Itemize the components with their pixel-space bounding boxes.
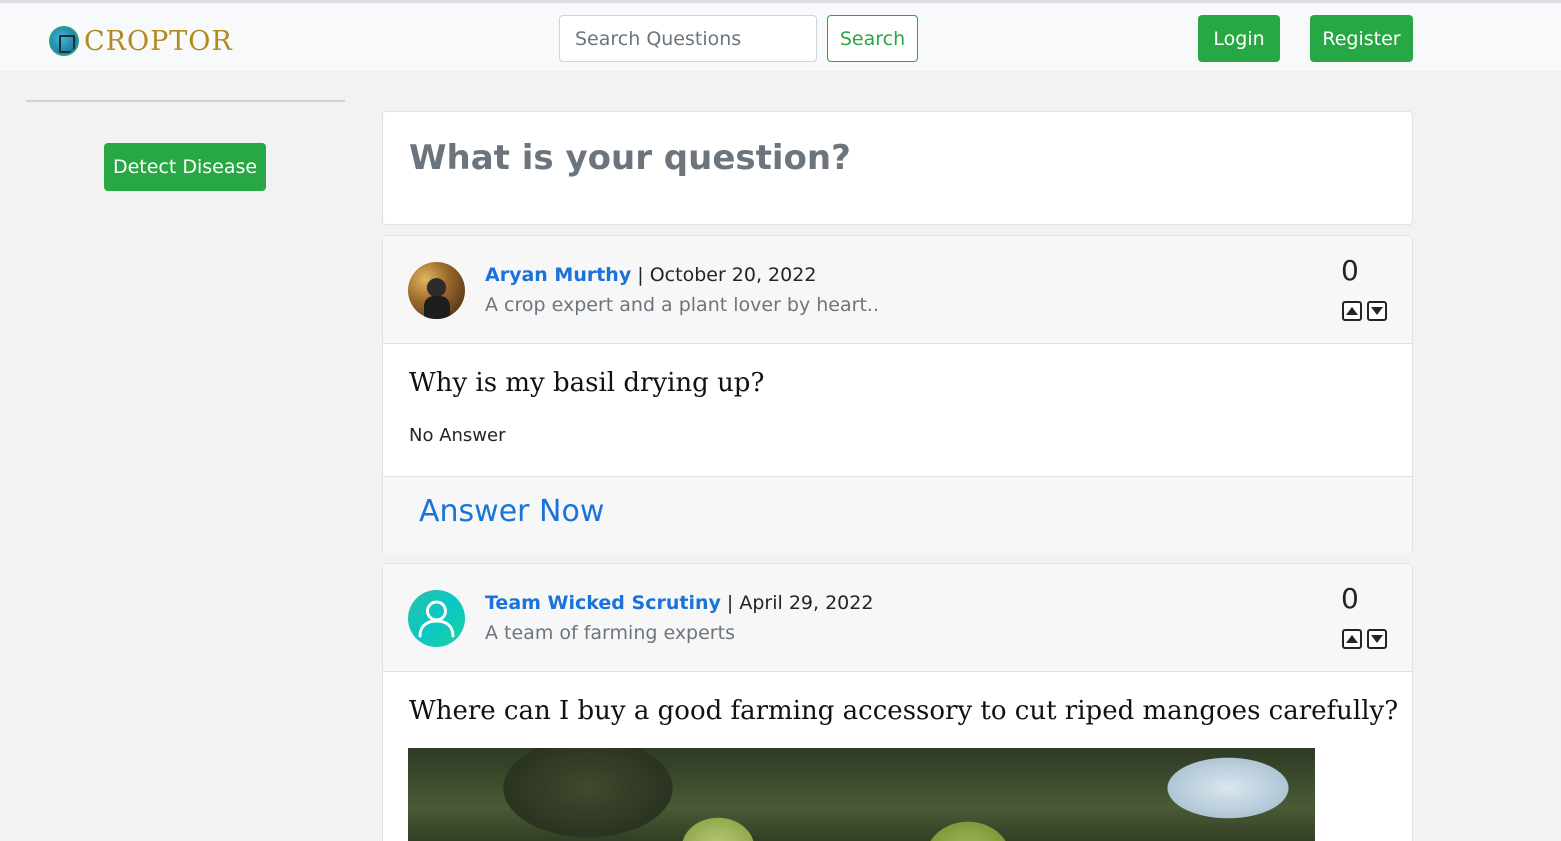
- brand-name: CROPTOR: [84, 25, 233, 57]
- ask-question-card[interactable]: What is your question?: [382, 111, 1413, 225]
- login-button[interactable]: Login: [1198, 15, 1280, 62]
- question-image-mangoes: [408, 748, 1315, 841]
- search-input[interactable]: [559, 15, 817, 62]
- downvote-button[interactable]: [1367, 629, 1387, 649]
- author-line: Aryan Murthy | October 20, 2022: [485, 264, 816, 286]
- question-title[interactable]: Why is my basil drying up?: [409, 368, 764, 398]
- user-icon: [418, 600, 455, 638]
- author-line: Team Wicked Scrutiny | April 29, 2022: [485, 592, 873, 614]
- ask-question-prompt[interactable]: What is your question?: [409, 138, 851, 178]
- downvote-button[interactable]: [1367, 301, 1387, 321]
- answer-text: No Answer: [409, 425, 506, 446]
- author-bio: A team of farming experts: [485, 622, 735, 644]
- register-button[interactable]: Register: [1310, 15, 1413, 62]
- caret-down-icon: [1371, 635, 1383, 643]
- navbar: CROPTOR Search Login Register: [0, 0, 1561, 71]
- question-title[interactable]: Where can I buy a good farming accessory…: [409, 696, 1398, 726]
- question-card: Aryan Murthy | October 20, 2022 A crop e…: [382, 235, 1413, 553]
- avatar[interactable]: [408, 262, 465, 319]
- caret-up-icon: [1346, 635, 1358, 643]
- question-header: Aryan Murthy | October 20, 2022 A crop e…: [383, 236, 1412, 344]
- brand[interactable]: CROPTOR: [49, 25, 233, 57]
- answer-now-link[interactable]: Answer Now: [419, 494, 604, 529]
- croptor-logo-icon: [49, 26, 79, 56]
- detect-disease-button[interactable]: Detect Disease: [104, 143, 266, 191]
- vote-count: 0: [1341, 254, 1359, 287]
- search-button[interactable]: Search: [827, 15, 918, 62]
- post-date: | October 20, 2022: [637, 264, 817, 286]
- question-footer: Answer Now: [383, 476, 1412, 553]
- post-date: | April 29, 2022: [726, 592, 874, 614]
- caret-down-icon: [1371, 307, 1383, 315]
- avatar[interactable]: [408, 590, 465, 647]
- upvote-button[interactable]: [1342, 301, 1362, 321]
- question-header: Team Wicked Scrutiny | April 29, 2022 A …: [383, 564, 1412, 672]
- author-bio: A crop expert and a plant lover by heart…: [485, 294, 879, 316]
- vote-count: 0: [1341, 582, 1359, 615]
- question-card: Team Wicked Scrutiny | April 29, 2022 A …: [382, 563, 1413, 841]
- sidebar-divider: [26, 100, 345, 102]
- author-name-link[interactable]: Team Wicked Scrutiny: [485, 592, 721, 614]
- caret-up-icon: [1346, 307, 1358, 315]
- upvote-button[interactable]: [1342, 629, 1362, 649]
- author-name-link[interactable]: Aryan Murthy: [485, 264, 631, 286]
